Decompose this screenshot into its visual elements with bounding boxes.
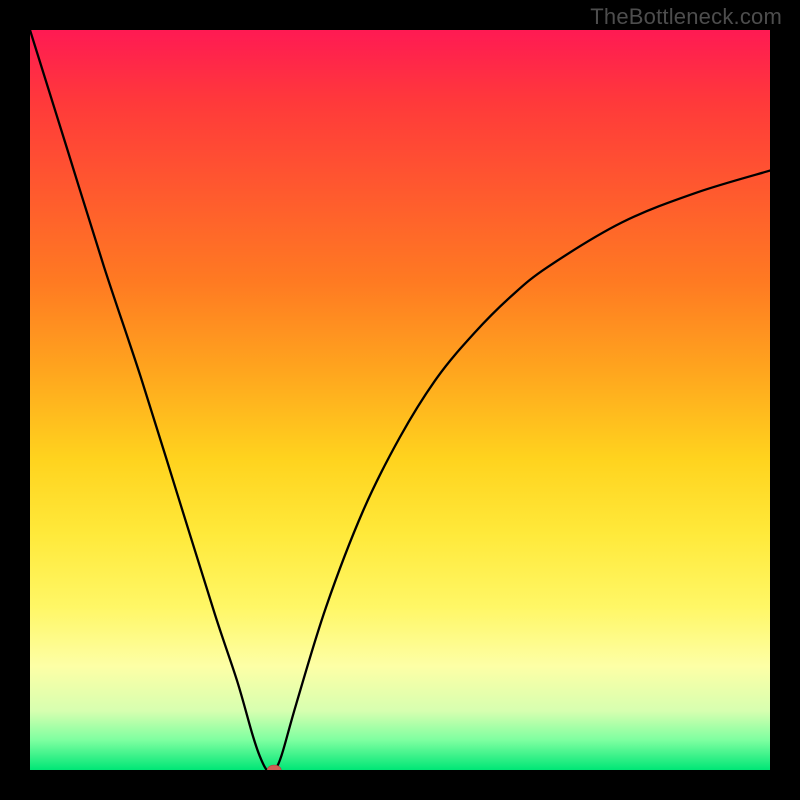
chart-frame: TheBottleneck.com: [0, 0, 800, 800]
plot-area: [30, 30, 770, 770]
watermark-text: TheBottleneck.com: [590, 4, 782, 30]
bottleneck-curve: [30, 30, 770, 770]
optimum-marker: [267, 765, 281, 770]
curve-line: [30, 30, 770, 770]
